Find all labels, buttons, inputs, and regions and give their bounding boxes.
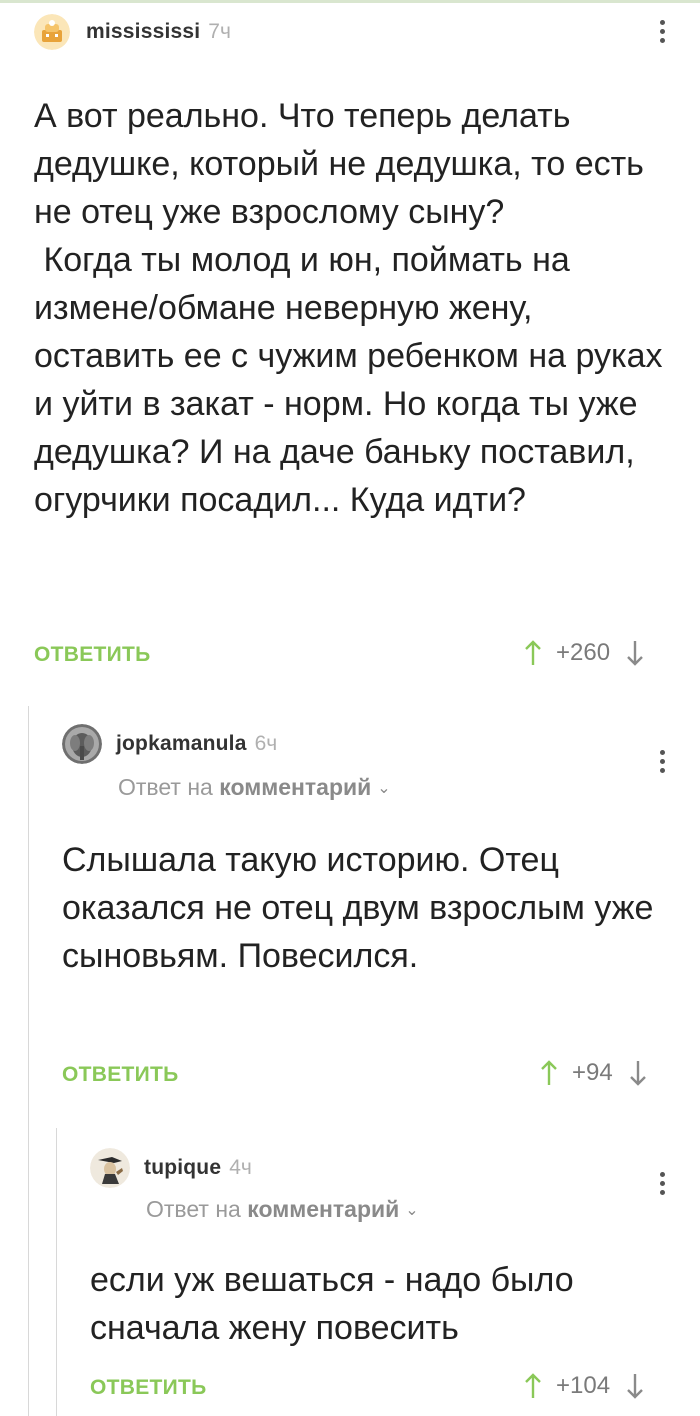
avatar[interactable]: [62, 724, 102, 764]
comment-time: 7ч: [208, 20, 231, 43]
chevron-down-icon[interactable]: ⌄: [377, 778, 390, 798]
arrow-down-icon[interactable]: [629, 1058, 647, 1088]
reply-to-link[interactable]: Ответ на комментарий ⌄: [146, 1196, 419, 1223]
comment-time: 6ч: [254, 732, 278, 755]
arrow-up-icon[interactable]: [540, 1058, 558, 1088]
arrow-up-icon[interactable]: [524, 1371, 542, 1401]
thread-line: [28, 706, 29, 1416]
comment-text: Слышала такую историю. Отец оказался не …: [62, 841, 663, 975]
avatar[interactable]: [34, 14, 70, 50]
thread-line: [56, 1128, 57, 1416]
reply-button[interactable]: ОТВЕТИТЬ: [90, 1376, 207, 1400]
arrow-up-icon[interactable]: [524, 638, 542, 668]
arrow-down-icon[interactable]: [626, 638, 644, 668]
reply-to-link[interactable]: Ответ на комментарий ⌄: [118, 774, 391, 801]
reply-prefix: Ответ на: [146, 1196, 241, 1222]
reply-target[interactable]: комментарий: [247, 1196, 399, 1222]
vote-controls: +260: [524, 638, 644, 668]
vote-score: +94: [572, 1059, 613, 1086]
comment-time: 4ч: [229, 1156, 252, 1179]
comment-text: если уж вешаться - надо было сначала жен…: [90, 1261, 584, 1347]
more-vertical-icon[interactable]: [652, 746, 672, 776]
username[interactable]: tupique: [144, 1156, 221, 1180]
more-vertical-icon[interactable]: [652, 16, 672, 46]
username[interactable]: jopkamanula: [116, 732, 247, 756]
reply-target[interactable]: комментарий: [219, 774, 371, 800]
comment-header: missississi 7ч: [34, 14, 231, 50]
vote-controls: +94: [540, 1058, 647, 1088]
comment-text: А вот реально. Что теперь делать дедушке…: [34, 97, 663, 519]
vote-controls: +104: [524, 1371, 644, 1401]
reply-prefix: Ответ на: [118, 774, 213, 800]
chevron-down-icon[interactable]: ⌄: [405, 1200, 418, 1220]
more-vertical-icon[interactable]: [652, 1168, 672, 1198]
vote-score: +104: [556, 1372, 611, 1399]
reply-button[interactable]: ОТВЕТИТЬ: [62, 1063, 179, 1087]
top-divider: [0, 0, 700, 3]
username[interactable]: missississi: [86, 20, 200, 44]
arrow-down-icon[interactable]: [626, 1371, 644, 1401]
comment-header: tupique 4ч: [90, 1148, 252, 1188]
comment-header: jopkamanula 6ч: [62, 724, 277, 764]
vote-score: +260: [556, 639, 611, 666]
reply-button[interactable]: ОТВЕТИТЬ: [34, 643, 151, 667]
avatar[interactable]: [90, 1148, 130, 1188]
